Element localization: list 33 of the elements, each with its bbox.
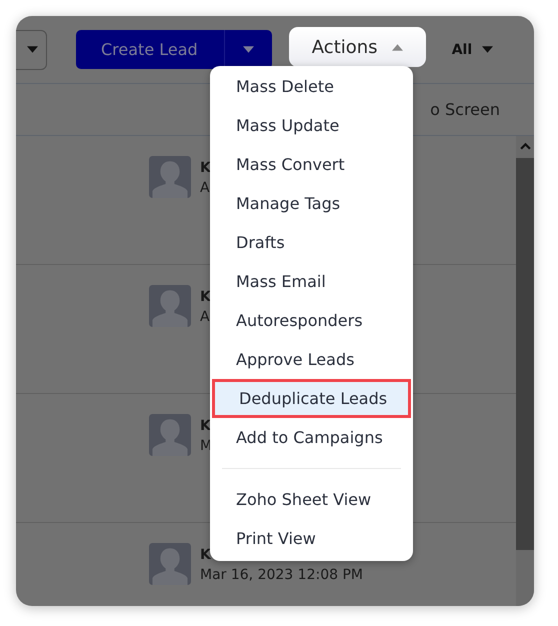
caret-icon — [27, 46, 38, 53]
scroll-thumb[interactable] — [516, 158, 534, 550]
menu-item[interactable]: Zoho Sheet View — [210, 480, 413, 519]
avatar-icon — [146, 543, 194, 585]
menu-item[interactable]: Mass Update — [210, 106, 413, 145]
menu-item[interactable]: Drafts — [210, 223, 413, 262]
avatar-icon — [146, 414, 194, 456]
caret-icon — [482, 46, 494, 53]
caret-icon — [392, 44, 403, 50]
caret-icon — [242, 46, 254, 53]
record-name: K — [200, 546, 211, 565]
menu-item[interactable]: Autoresponders — [210, 301, 413, 340]
scrollbar[interactable] — [516, 136, 534, 606]
menu-item[interactable]: Approve Leads — [210, 340, 413, 379]
scroll-up-icon[interactable] — [520, 142, 530, 150]
record-date: A — [200, 308, 210, 327]
menu-item[interactable]: Add to Campaigns — [210, 418, 413, 457]
avatar-icon — [146, 156, 194, 198]
record-name: K — [200, 159, 211, 178]
filter-dropdown[interactable]: All — [446, 40, 500, 58]
record-date: A — [200, 179, 210, 198]
actions-button[interactable]: Actions — [288, 27, 426, 67]
menu-item[interactable]: Mass Convert — [210, 145, 413, 184]
record-name: K — [200, 417, 211, 436]
record-date: Mar 16, 2023 12:08 PM — [200, 566, 363, 585]
menu-item[interactable]: Deduplicate Leads — [212, 379, 411, 418]
avatar-icon — [146, 285, 194, 327]
menu-item[interactable]: Print View — [210, 519, 413, 558]
record-name: K — [200, 288, 211, 307]
menu-item[interactable]: Mass Delete — [210, 67, 413, 106]
menu-item[interactable]: Manage Tags — [210, 184, 413, 223]
header-text: o Screen — [430, 100, 500, 119]
menu-item[interactable]: Mass Email — [210, 262, 413, 301]
